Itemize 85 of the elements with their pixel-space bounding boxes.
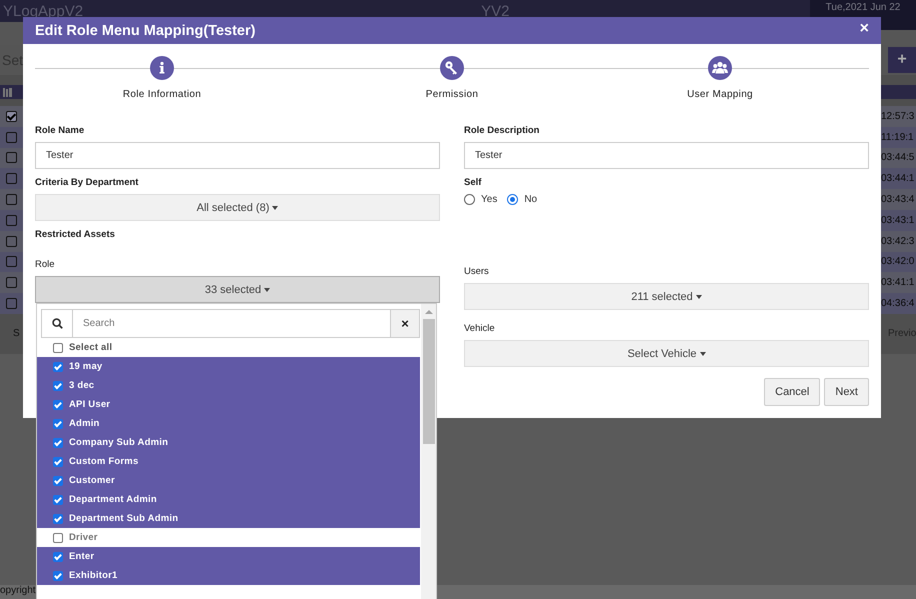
step-label: Permission xyxy=(426,89,478,100)
role-option[interactable]: Driver xyxy=(37,528,420,547)
step-label: User Mapping xyxy=(687,89,753,100)
field-label: Role xyxy=(35,259,56,270)
key-icon[interactable] xyxy=(440,56,464,80)
time-cell-text: 03:44:5 xyxy=(881,152,916,164)
checkbox[interactable] xyxy=(53,362,63,372)
radio-label: No xyxy=(524,194,538,205)
app-name: YV2 xyxy=(481,3,510,20)
field-label: Users xyxy=(464,266,490,277)
books-icon xyxy=(3,88,13,96)
row-checkbox[interactable] xyxy=(6,298,17,310)
search-field[interactable]: Search × xyxy=(41,309,420,338)
search-icon xyxy=(52,318,62,329)
role-option[interactable]: 19 may xyxy=(37,357,420,376)
role-option[interactable]: Enter xyxy=(37,547,420,566)
role-option[interactable]: Customer xyxy=(37,471,420,490)
checkbox[interactable] xyxy=(53,570,63,580)
section-heading: Restricted Assets xyxy=(35,229,116,240)
role-option[interactable]: Department Sub Admin xyxy=(37,509,420,528)
role-name-field[interactable]: Tester xyxy=(35,142,440,169)
role-option[interactable]: Company Sub Admin xyxy=(37,433,420,452)
cancel-button[interactable]: Cancel xyxy=(764,378,820,406)
checkbox[interactable] xyxy=(53,380,63,390)
time-cell-text: 03:43:1 xyxy=(881,214,916,226)
time-cell-text: 03:43:4 xyxy=(881,194,916,206)
step-label: Role Information xyxy=(122,89,202,100)
close-button[interactable]: × xyxy=(860,20,869,36)
row-checkbox[interactable] xyxy=(6,132,17,143)
clear-button[interactable]: × xyxy=(390,310,419,337)
users-icon[interactable] xyxy=(708,56,732,80)
time-cell-text: 03:42:0 xyxy=(881,256,916,268)
checkbox[interactable] xyxy=(53,418,63,428)
time-cell-text: 03:42:3 xyxy=(881,236,916,247)
row-checkbox[interactable] xyxy=(6,110,17,122)
department-dropdown[interactable]: All selected (8) xyxy=(35,194,440,221)
row-checkbox[interactable] xyxy=(6,194,17,206)
checkbox[interactable] xyxy=(53,476,63,486)
role-option[interactable]: Department Admin xyxy=(37,490,420,509)
time-cell-text: 11:19:1 xyxy=(881,132,915,143)
radio-button[interactable] xyxy=(507,194,518,205)
checkbox[interactable] xyxy=(53,514,63,524)
select-all-option[interactable]: Select all xyxy=(37,338,420,357)
row-checkbox[interactable] xyxy=(6,152,17,164)
field-label: Role Name xyxy=(35,125,86,136)
app-title: YLogAppV2 xyxy=(3,3,84,20)
role-option[interactable]: 3 dec xyxy=(37,376,420,395)
users-dropdown[interactable]: 211 selected xyxy=(464,283,869,310)
checkbox[interactable] xyxy=(53,438,63,448)
copyright-text: opyright xyxy=(0,585,36,596)
time-cell-text: 04:36:4 xyxy=(881,298,916,310)
field-label: Role Description xyxy=(464,125,540,136)
add-button[interactable]: + xyxy=(888,47,916,73)
role-option[interactable]: Exhibitor1 xyxy=(37,566,420,585)
checkbox[interactable] xyxy=(53,552,63,562)
role-option[interactable]: Admin xyxy=(37,414,420,433)
checkbox[interactable] xyxy=(53,456,63,466)
dialog-title: Edit Role Menu Mapping(Tester) xyxy=(35,22,256,38)
next-button[interactable]: Next xyxy=(824,378,869,406)
role-description-field[interactable]: Tester xyxy=(464,142,869,169)
time-cell-text: 03:41:1 xyxy=(881,277,916,288)
radio-label: Yes xyxy=(481,194,498,205)
checkbox[interactable] xyxy=(53,494,63,504)
row-checkbox[interactable] xyxy=(6,256,17,268)
vehicle-dropdown[interactable]: Select Vehicle xyxy=(464,340,869,367)
checkbox[interactable] xyxy=(53,400,63,410)
radio-button[interactable] xyxy=(464,194,475,205)
row-checkbox[interactable] xyxy=(6,173,17,184)
time-cell-text: 12:57:3 xyxy=(881,110,916,122)
footer-text: S xyxy=(13,328,20,340)
date-text: Tue,2021 Jun 22 xyxy=(826,2,900,13)
field-label: Criteria By Department xyxy=(35,177,140,188)
role-dropdown[interactable]: 33 selected xyxy=(35,276,440,303)
role-option[interactable]: API User xyxy=(37,395,420,414)
row-checkbox[interactable] xyxy=(6,236,17,247)
scrollbar[interactable] xyxy=(421,304,436,599)
field-label: Self xyxy=(464,177,482,188)
row-checkbox[interactable] xyxy=(6,214,17,226)
checkbox[interactable] xyxy=(53,342,63,352)
info-icon[interactable] xyxy=(150,56,174,80)
checkbox[interactable] xyxy=(53,532,63,542)
role-option[interactable]: Custom Forms xyxy=(37,452,420,471)
row-checkbox[interactable] xyxy=(6,277,17,288)
time-cell-text: 03:44:1 xyxy=(881,173,916,184)
field-label: Vehicle xyxy=(464,323,496,334)
